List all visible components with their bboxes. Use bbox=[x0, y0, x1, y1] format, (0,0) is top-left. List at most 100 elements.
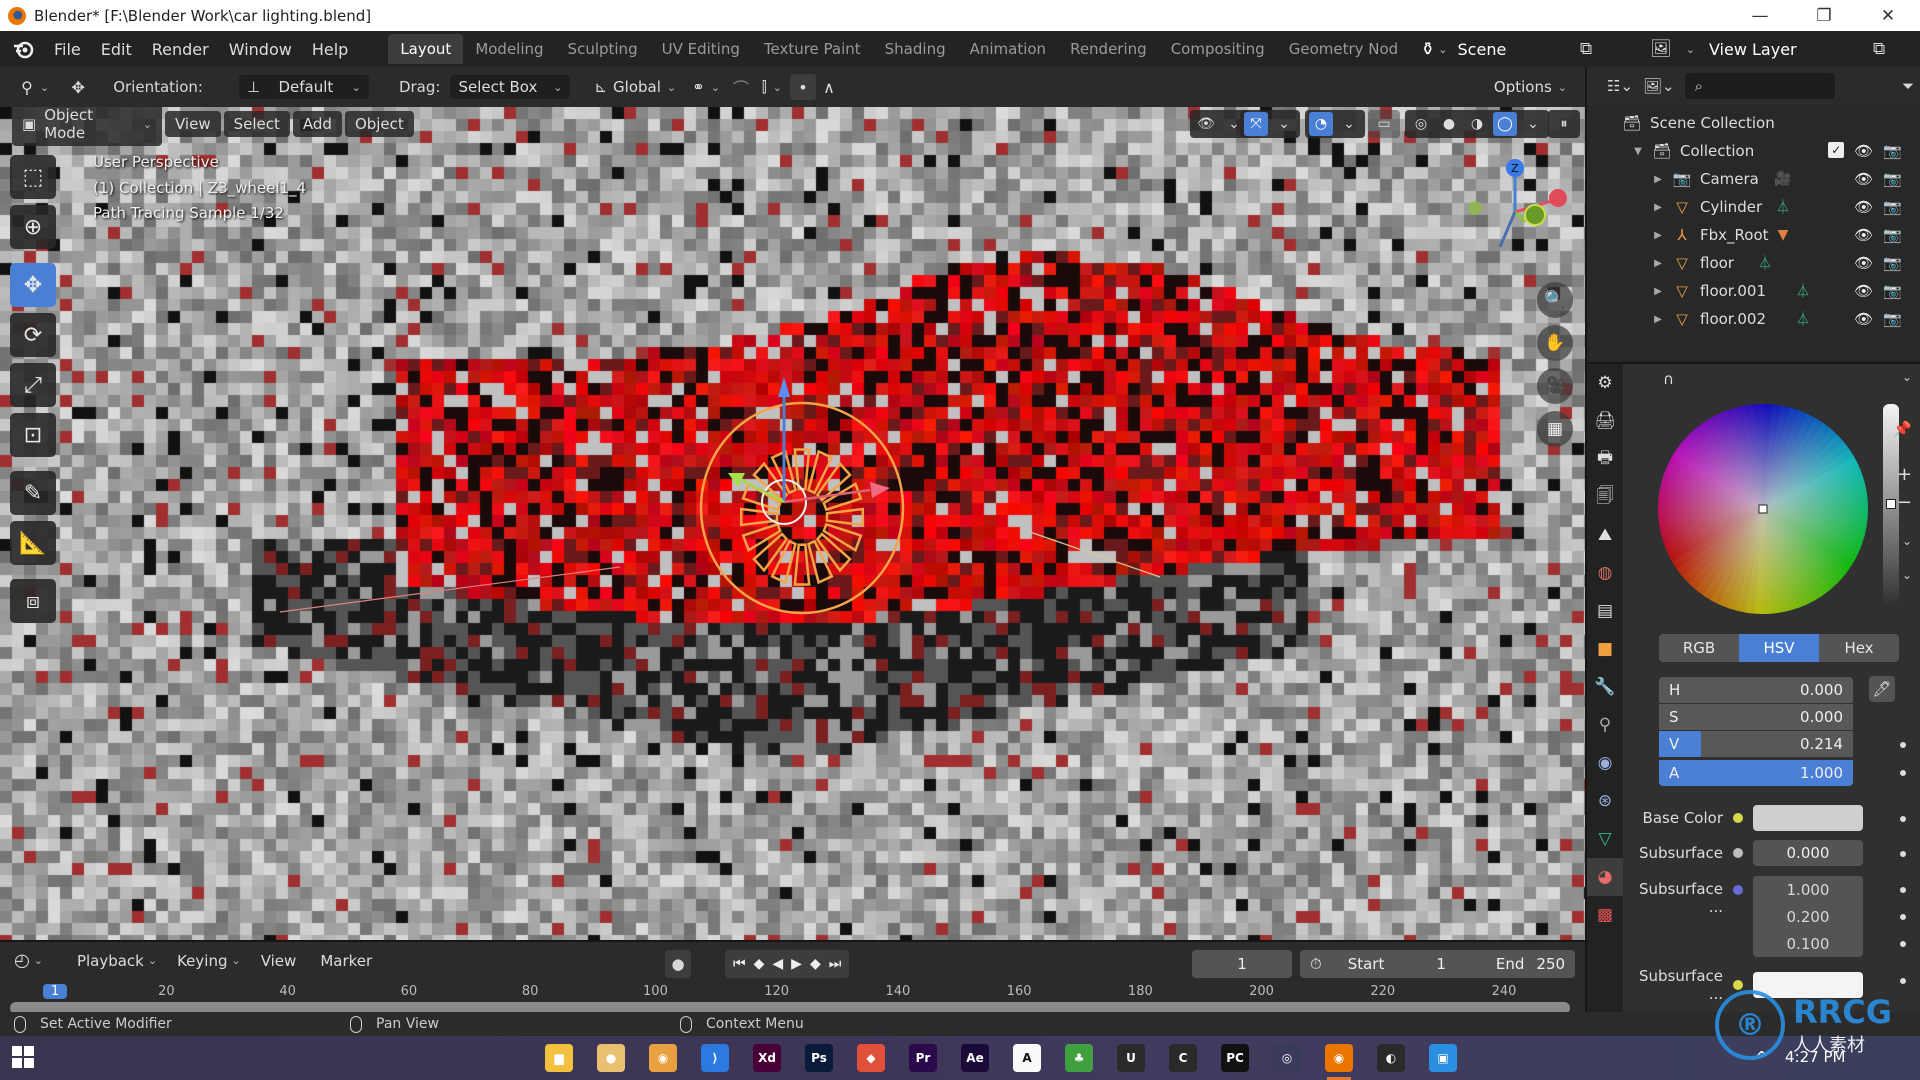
tab-shading[interactable]: Shading bbox=[873, 34, 958, 64]
jump-end-icon[interactable]: ⏭ bbox=[829, 956, 842, 972]
keyframe-dot[interactable] bbox=[1900, 851, 1906, 857]
alpha-field[interactable]: A 1.000 bbox=[1659, 760, 1853, 786]
transform-tool[interactable]: ⊡ bbox=[10, 413, 56, 457]
auto-keying-button[interactable]: ● bbox=[665, 950, 691, 978]
close-button[interactable]: ✕ bbox=[1856, 0, 1920, 31]
after-effects-taskbar-icon[interactable]: Ae bbox=[961, 1044, 989, 1072]
expand-arrow-icon[interactable]: ▶ bbox=[1652, 258, 1664, 269]
camera-view-icon[interactable]: 🎥 bbox=[1537, 368, 1573, 404]
subsurface-radius-z[interactable]: 0.100 bbox=[1753, 930, 1863, 957]
windows-start-icon[interactable] bbox=[12, 1046, 34, 1068]
gizmo-neg-y-ball[interactable] bbox=[1468, 201, 1482, 215]
scene-selector[interactable]: ⚱ ⌄ Scene bbox=[1420, 39, 1506, 60]
eye-icon[interactable]: 👁 bbox=[1854, 170, 1873, 188]
menu-file[interactable]: File bbox=[44, 40, 91, 59]
gizmo-x-arrow[interactable] bbox=[870, 482, 890, 498]
pycharm-taskbar-icon[interactable]: PC bbox=[1221, 1044, 1249, 1072]
add-slot-icon[interactable]: + bbox=[1897, 464, 1912, 485]
eyedropper-button[interactable]: 🖊 bbox=[1869, 676, 1895, 702]
blender-taskbar-icon[interactable]: ◉ bbox=[1325, 1044, 1353, 1080]
render-camera-icon[interactable]: 📷 bbox=[1883, 198, 1902, 216]
value-slider-handle[interactable] bbox=[1886, 499, 1896, 509]
gizmo-y-ball[interactable] bbox=[1524, 204, 1546, 226]
expand-arrow-icon[interactable]: ▶ bbox=[1652, 202, 1664, 213]
filter-view-icon[interactable]: 🖼⌄ bbox=[1643, 77, 1675, 95]
minimize-button[interactable]: — bbox=[1728, 0, 1792, 31]
display-mode-icon[interactable]: ☷⌄ bbox=[1607, 77, 1633, 95]
filter-icon[interactable]: ⏷ bbox=[1902, 77, 1914, 95]
expand-arrow-icon[interactable]: ▶ bbox=[1652, 230, 1664, 241]
tab-sculpting[interactable]: Sculpting bbox=[556, 34, 650, 64]
stopwatch-icon[interactable]: ⏱ bbox=[1310, 955, 1322, 973]
scene-tab-icon[interactable]: ⛰ bbox=[1587, 516, 1623, 554]
start-frame-field[interactable]: 1 bbox=[1436, 955, 1446, 973]
mesh-data-icon[interactable]: ⏃ bbox=[1772, 196, 1794, 218]
expand-arrow-icon[interactable]: ▼ bbox=[1632, 146, 1644, 157]
jump-start-icon[interactable]: ⏮ bbox=[733, 956, 746, 972]
tab-modeling[interactable]: Modeling bbox=[463, 34, 555, 64]
color-mode-hsv[interactable]: HSV bbox=[1739, 634, 1819, 662]
current-frame-field[interactable]: 1 bbox=[1192, 950, 1292, 978]
keyframe-dot[interactable] bbox=[1900, 941, 1906, 947]
cinema4d-taskbar-icon[interactable]: C bbox=[1169, 1044, 1197, 1072]
timeline-menu-view[interactable]: View bbox=[261, 952, 297, 970]
inkscape-taskbar-icon[interactable]: A bbox=[1013, 1044, 1041, 1072]
saturation-field[interactable]: S 0.000 bbox=[1659, 704, 1853, 730]
add-cube-tool[interactable]: ⧈ bbox=[10, 579, 56, 623]
tab-compositing[interactable]: Compositing bbox=[1159, 34, 1277, 64]
anaconda-taskbar-icon[interactable]: ♣ bbox=[1065, 1044, 1093, 1072]
next-keyframe-icon[interactable]: ◆ bbox=[810, 956, 821, 972]
tool-icon[interactable]: ⚲ bbox=[14, 74, 40, 100]
viewport-menu-object[interactable]: Object bbox=[344, 111, 414, 137]
annotate-tool[interactable]: ✎ bbox=[10, 471, 56, 515]
color-mode-hex[interactable]: Hex bbox=[1819, 634, 1899, 662]
chevron-down-icon[interactable]: ⌄ bbox=[1902, 568, 1912, 582]
photos-taskbar-icon[interactable]: ▣ bbox=[1429, 1044, 1457, 1072]
navigation-gizmo[interactable]: Z bbox=[1455, 152, 1575, 272]
outliner-item[interactable]: ▶ ▽ floor.001 ⏃ 👁 📷 bbox=[1587, 277, 1920, 305]
eye-icon[interactable]: 👁 bbox=[1854, 198, 1873, 216]
render-camera-icon[interactable]: 📷 bbox=[1883, 170, 1902, 188]
keyframe-dot[interactable] bbox=[1900, 816, 1906, 822]
end-frame-field[interactable]: 250 bbox=[1536, 955, 1565, 973]
blender-logo-icon[interactable] bbox=[10, 36, 36, 62]
orientation-dropdown[interactable]: ⊥ Default ⌄ bbox=[238, 75, 369, 99]
collection-row[interactable]: ▼ 🗃 Collection ✓ 👁 📷 bbox=[1587, 137, 1920, 165]
prev-keyframe-icon[interactable]: ◆ bbox=[754, 956, 765, 972]
eye-icon[interactable]: 👁 bbox=[1854, 282, 1873, 300]
playhead-frame-label[interactable]: 1 bbox=[43, 984, 68, 999]
menu-render[interactable]: Render bbox=[142, 40, 219, 59]
camera-data-icon[interactable]: 🎥 bbox=[1772, 168, 1794, 190]
tool-tab-icon[interactable]: ⚙ bbox=[1587, 364, 1623, 402]
adobe-xd-taskbar-icon[interactable]: Xd bbox=[753, 1044, 781, 1072]
render-tab-icon[interactable]: 🖨 bbox=[1587, 402, 1623, 440]
timeline-menu-marker[interactable]: Marker bbox=[320, 952, 372, 970]
move-tool[interactable]: ✥ bbox=[10, 263, 56, 307]
exclude-checkbox[interactable]: ✓ bbox=[1828, 142, 1845, 158]
color-mode-rgb[interactable]: RGB bbox=[1659, 634, 1739, 662]
ortho-grid-icon[interactable]: ▦ bbox=[1537, 411, 1573, 447]
eye-icon[interactable]: 👁 bbox=[1854, 310, 1873, 328]
outliner-item[interactable]: ▶ ⅄ Fbx_Root ▼ 👁 📷 bbox=[1587, 221, 1920, 249]
3d-viewport[interactable]: ▣ Object Mode ⌄ View Select Add Object 👁… bbox=[0, 107, 1585, 940]
new-view-layer-icon[interactable]: ⧉ bbox=[1873, 39, 1885, 59]
menu-help[interactable]: Help bbox=[302, 40, 358, 59]
tab-rendering[interactable]: Rendering bbox=[1058, 34, 1159, 64]
keyframe-dot[interactable] bbox=[1900, 770, 1906, 776]
figma-taskbar-icon[interactable]: ◆ bbox=[857, 1044, 885, 1072]
new-scene-icon[interactable]: ⧉ bbox=[1580, 39, 1592, 59]
measure-tool[interactable]: 📐 bbox=[10, 521, 56, 565]
mesh-data-icon[interactable]: ⏃ bbox=[1754, 252, 1776, 274]
play-icon[interactable]: ▶ bbox=[791, 956, 802, 972]
view-layer-icon[interactable]: 🖼 bbox=[1650, 39, 1672, 59]
outliner-search-input[interactable]: ⌕ bbox=[1684, 73, 1835, 99]
chevron-down-icon[interactable]: ⌄ bbox=[1521, 112, 1545, 136]
base-color-swatch[interactable] bbox=[1753, 805, 1863, 831]
physics-tab-icon[interactable]: ◉ bbox=[1587, 744, 1623, 782]
subsurface-field[interactable]: 0.000 bbox=[1753, 840, 1863, 866]
zoom-view-icon[interactable]: 🔍 bbox=[1537, 282, 1573, 318]
restore-button[interactable]: ❐ bbox=[1792, 0, 1856, 31]
pivot-point-dropdown[interactable]: ⚭ ⌄ bbox=[684, 75, 728, 99]
viewport-menu-view[interactable]: View bbox=[165, 111, 221, 137]
proportional-edit-icon[interactable]: • bbox=[789, 74, 816, 100]
